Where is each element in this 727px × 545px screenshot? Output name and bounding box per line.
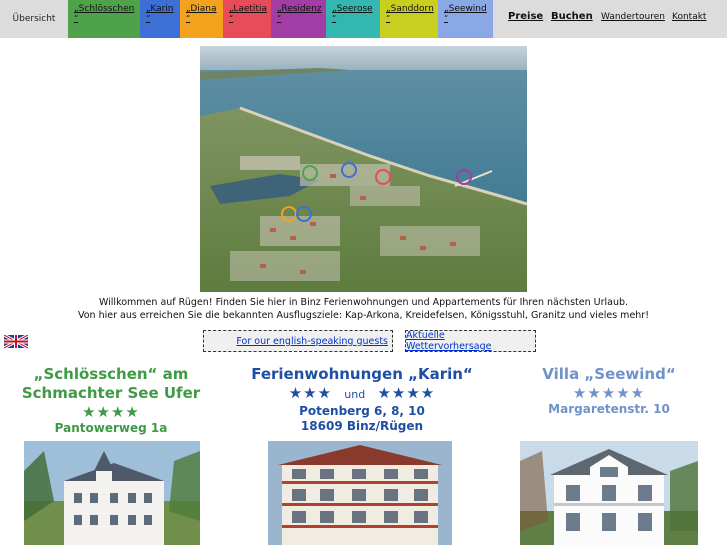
tab-underline: “ <box>277 14 282 23</box>
karin-stars-b: ★★★★ <box>377 384 436 402</box>
seewind-stars: ★★★★★ <box>572 384 646 402</box>
karin-und: und <box>344 388 366 401</box>
house-seewind[interactable]: Villa „Seewind“ ★★★★★ Margaretenstr. 10 <box>497 365 721 417</box>
tab-schloesschen-label[interactable]: „Schlösschen <box>74 4 134 14</box>
tab-seerose-label[interactable]: „Seerose <box>332 4 373 14</box>
nav-preise[interactable]: Preise <box>508 11 543 22</box>
tab-sanddorn-label[interactable]: „Sanddorn <box>386 4 434 14</box>
karin-address-1: Potenberg 6, 8, 10 <box>299 404 425 418</box>
tab-residenz-label[interactable]: „Residenz <box>277 4 322 14</box>
nav-wandertouren[interactable]: Wandertouren <box>601 12 665 22</box>
schloesschen-stars: ★★★★ <box>82 403 140 421</box>
tab-karin[interactable]: „Karin “ <box>140 0 180 38</box>
tab-underline: “ <box>74 14 79 23</box>
nav-kontakt[interactable]: Kontakt <box>672 12 706 22</box>
tab-underline: “ <box>229 14 234 23</box>
tab-underline: “ <box>444 14 449 23</box>
tab-karin-label[interactable]: „Karin <box>146 4 174 14</box>
nav-home-label: Übersicht <box>12 14 56 24</box>
intro-text: Willkommen auf Rügen! Finden Sie hier in… <box>0 296 727 322</box>
tab-diana-label[interactable]: „Diana <box>186 4 217 14</box>
tab-sanddorn[interactable]: „Sanddorn “ <box>380 0 438 38</box>
tab-underline: “ <box>146 14 151 23</box>
karin-stars-a: ★★★ <box>288 384 333 402</box>
tab-residenz[interactable]: „Residenz “ <box>271 0 326 38</box>
tab-laetitia[interactable]: „Laetitia “ <box>223 0 271 38</box>
schloesschen-address: Pantowerweg 1a <box>54 421 168 435</box>
intro-line-1: Willkommen auf Rügen! Finden Sie hier in… <box>98 297 629 308</box>
uk-flag-icon[interactable] <box>3 333 29 350</box>
photo-schloesschen[interactable] <box>24 441 200 545</box>
karin-address-2: 18609 Binz/Rügen <box>300 419 424 433</box>
tab-schloesschen[interactable]: „Schlösschen “ <box>68 0 140 38</box>
house-karin[interactable]: Ferienwohnungen „Karin“ ★★★ und ★★★★ Pot… <box>232 365 492 434</box>
aerial-photo-binz[interactable] <box>200 46 527 292</box>
photo-seewind[interactable] <box>520 441 698 545</box>
tab-laetitia-label[interactable]: „Laetitia <box>229 4 267 14</box>
weather-link[interactable]: Aktuelle Wettervorhersage <box>406 330 531 352</box>
tab-underline: “ <box>332 14 337 23</box>
top-navigation: Übersicht „Schlösschen “ „Karin “ „Diana… <box>0 0 727 38</box>
english-guests-button[interactable]: For our english-speaking guests <box>203 330 393 352</box>
karin-stars: ★★★ und ★★★★ <box>232 384 492 404</box>
tab-diana[interactable]: „Diana “ <box>180 0 223 38</box>
schloesschen-title-2: Schmachter See Ufer <box>21 384 201 402</box>
nav-home[interactable]: Übersicht <box>0 0 68 38</box>
nav-buchen[interactable]: Buchen <box>551 11 593 22</box>
intro-line-2: Von hier aus erreichen Sie die bekannten… <box>77 310 650 321</box>
karin-title: Ferienwohnungen „Karin“ <box>251 365 473 383</box>
tab-seewind-label[interactable]: „Seewind <box>444 4 487 14</box>
tab-underline: “ <box>186 14 191 23</box>
house-schloesschen[interactable]: „Schlösschen“ am Schmachter See Ufer ★★★… <box>0 365 222 436</box>
seewind-title: Villa „Seewind“ <box>542 365 676 383</box>
tab-seewind[interactable]: „Seewind “ <box>438 0 493 38</box>
english-guests-link[interactable]: For our english-speaking guests <box>236 336 388 347</box>
tab-underline: “ <box>386 14 391 23</box>
weather-button[interactable]: Aktuelle Wettervorhersage <box>405 330 536 352</box>
schloesschen-title-1: „Schlösschen“ am <box>33 365 189 383</box>
photo-karin[interactable] <box>268 441 452 545</box>
seewind-address: Margaretenstr. 10 <box>548 402 670 416</box>
tab-seerose[interactable]: „Seerose “ <box>326 0 380 38</box>
